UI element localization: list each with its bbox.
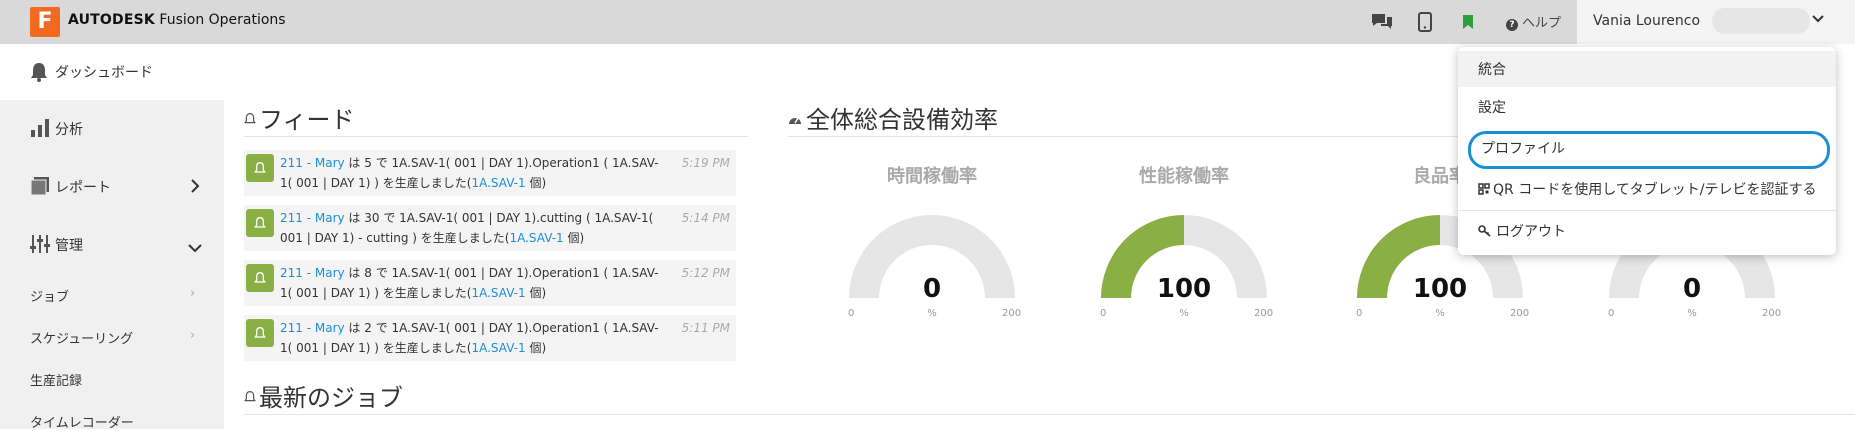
menu-item-label: プロファイル (1481, 141, 1565, 157)
bell-icon (246, 154, 274, 182)
bookmark-icon[interactable] (1462, 10, 1474, 34)
key-icon (1478, 225, 1492, 237)
sidebar-subitem-label: タイムレコーダー (30, 416, 134, 431)
gauge-max: 200 (1254, 308, 1274, 319)
bar-chart-icon (30, 118, 50, 142)
sidebar-item-label: 管理 (55, 238, 83, 254)
feed-time: 5:14 PM (681, 211, 730, 225)
gauge-max: 200 (1762, 308, 1782, 319)
bell-icon (244, 110, 256, 129)
app-brand: AUTODESK Fusion Operations (68, 12, 286, 28)
bell-icon (246, 264, 274, 292)
gauge-max: 200 (1002, 308, 1022, 319)
user-avatar-placeholder[interactable] (1712, 8, 1810, 34)
part-link[interactable]: 1A.SAV-1 (471, 176, 525, 190)
feed-time: 5:19 PM (681, 156, 730, 170)
menu-divider (1458, 210, 1836, 211)
help-link[interactable]: ? ヘルプ (1506, 12, 1561, 31)
qr-icon (1478, 183, 1490, 195)
bell-icon (246, 319, 274, 347)
sidebar-item-label: ダッシュボード (55, 65, 153, 81)
chevron-down-icon (188, 238, 202, 257)
sidebar-item-reports[interactable]: レポート (0, 166, 224, 206)
menu-item-label: QR コードを使用してタブレット/テレビを認証する (1493, 182, 1817, 198)
gauge-title: 性能稼働率 (1139, 166, 1229, 187)
feed-item: 211 - Mary は 8 で 1A.SAV-1( 001 | DAY 1).… (244, 260, 736, 306)
feed-time: 5:12 PM (681, 266, 730, 280)
sliders-icon (30, 234, 50, 258)
gauge-title: 時間稼働率 (887, 166, 977, 187)
sidebar-item-label: レポート (55, 180, 111, 196)
bell-icon (246, 209, 274, 237)
chevron-right-icon: › (190, 286, 196, 301)
part-link[interactable]: 1A.SAV-1 (471, 286, 525, 300)
user-link[interactable]: 211 - Mary (280, 211, 345, 225)
part-link[interactable]: 1A.SAV-1 (471, 341, 525, 355)
feed-divider (244, 136, 748, 137)
chat-icon[interactable] (1370, 10, 1394, 34)
dashboard-gauge-icon (788, 110, 802, 129)
feed-message: 211 - Mary は 8 で 1A.SAV-1( 001 | DAY 1).… (280, 266, 659, 300)
feed-item: 211 - Mary は 30 で 1A.SAV-1( 001 | DAY 1)… (244, 205, 736, 251)
part-link[interactable]: 1A.SAV-1 (509, 231, 563, 245)
feed-message: 211 - Mary は 30 で 1A.SAV-1( 001 | DAY 1)… (280, 211, 654, 245)
feed-message: 211 - Mary は 2 で 1A.SAV-1( 001 | DAY 1).… (280, 321, 659, 355)
sidebar-item-dashboard[interactable]: ダッシュボード (0, 44, 224, 100)
sidebar-item-management[interactable]: 管理 (0, 224, 224, 264)
gauge-value: 100 (1412, 274, 1468, 304)
user-link[interactable]: 211 - Mary (280, 156, 345, 170)
user-dropdown-menu: 統合 設定 プロファイル QR コードを使用してタブレット/テレビを認証する ロ… (1458, 47, 1836, 255)
feed-item: 211 - Mary は 5 で 1A.SAV-1( 001 | DAY 1).… (244, 150, 736, 196)
gauge-time-availability: 0 0 % 200 (832, 202, 1032, 319)
menu-item-logout[interactable]: ログアウト (1458, 213, 1836, 249)
feed-item: 211 - Mary は 2 で 1A.SAV-1( 001 | DAY 1).… (244, 315, 736, 361)
menu-item-qr-auth[interactable]: QR コードを使用してタブレット/テレビを認証する (1458, 171, 1836, 207)
chevron-right-icon (190, 178, 200, 197)
menu-item-label: ログアウト (1496, 224, 1566, 240)
feed-time: 5:11 PM (681, 321, 730, 335)
menu-item-profile[interactable]: プロファイル (1468, 131, 1830, 169)
user-name[interactable]: Vania Lourenco (1593, 13, 1700, 29)
menu-item-label: 設定 (1478, 100, 1506, 116)
gauge-value: 0 (922, 274, 942, 304)
question-icon: ? (1506, 19, 1518, 31)
sidebar-item-label: 分析 (55, 122, 83, 138)
gauge-value: 0 (1682, 274, 1702, 304)
sidebar-item-analysis[interactable]: 分析 (0, 108, 224, 148)
sidebar: 分析 レポート 管理 ジョブ › スケジューリング › 生産記録 タイムレコーダ… (0, 100, 224, 431)
menu-item-label: 統合 (1478, 62, 1506, 78)
feed-message: 211 - Mary は 5 で 1A.SAV-1( 001 | DAY 1).… (280, 156, 659, 190)
latest-jobs-title: 最新のジョブ (259, 384, 403, 412)
bell-icon (30, 62, 48, 86)
gauge-max: 200 (1510, 308, 1530, 319)
gauge-performance: 100 0 % 200 (1084, 202, 1284, 319)
chevron-down-icon[interactable] (1810, 10, 1826, 30)
sidebar-subitem-label: スケジューリング (30, 332, 134, 347)
chevron-right-icon: › (190, 328, 196, 343)
latest-jobs-divider (244, 414, 1855, 415)
menu-item-settings[interactable]: 設定 (1458, 89, 1836, 125)
bell-icon (244, 388, 256, 407)
oee-divider (788, 136, 1458, 137)
report-icon (30, 176, 50, 200)
user-link[interactable]: 211 - Mary (280, 321, 345, 335)
top-bar: F AUTODESK Fusion Operations ? ヘルプ Vania … (0, 0, 1855, 44)
oee-title: 全体総合設備効率 (806, 106, 998, 134)
sidebar-subitem-label: 生産記録 (30, 374, 83, 389)
user-link[interactable]: 211 - Mary (280, 266, 345, 280)
menu-item-integration[interactable]: 統合 (1458, 51, 1836, 87)
app-logo[interactable]: F (30, 7, 60, 37)
mobile-icon[interactable] (1418, 10, 1432, 34)
sidebar-subitem-label: ジョブ (30, 290, 70, 305)
gauge-value: 100 (1156, 274, 1212, 304)
feed-title: フィード (259, 106, 355, 134)
